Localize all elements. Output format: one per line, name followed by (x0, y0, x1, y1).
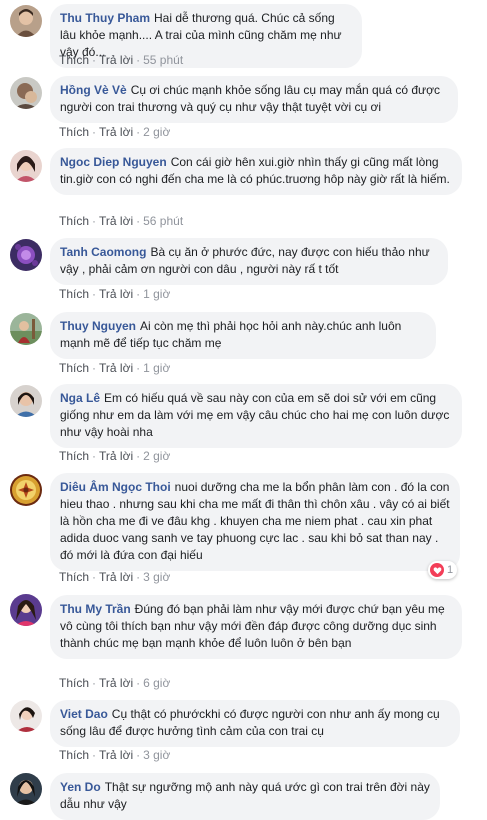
comment-bubble: Thuy Nguyen Ai còn mẹ thì phải học hỏi an… (50, 312, 436, 359)
separator: · (136, 570, 141, 584)
separator: · (92, 570, 97, 584)
comment-time[interactable]: 56 phút (143, 214, 183, 228)
like-link[interactable]: Thích (59, 53, 89, 67)
comment-actions: Thích · Trả lời · 55 phút (59, 52, 183, 68)
reaction-count: 1 (447, 564, 454, 576)
comment-time[interactable]: 2 giờ (143, 125, 170, 139)
comment-text: Em có hiếu quá về sau này con của em sẽ … (60, 391, 450, 439)
like-link[interactable]: Thích (59, 214, 89, 228)
separator: · (136, 287, 141, 301)
avatar[interactable] (10, 239, 42, 271)
reply-link[interactable]: Trả lời (99, 287, 133, 301)
comment-bubble: Nga Lê Em có hiếu quá về sau này con của … (50, 384, 462, 448)
separator: · (136, 125, 141, 139)
avatar[interactable] (10, 474, 42, 506)
comment-author[interactable]: Tanh Caomong (60, 245, 146, 259)
like-link[interactable]: Thích (59, 287, 89, 301)
separator: · (136, 53, 141, 67)
avatar[interactable] (10, 385, 42, 417)
reaction-badge[interactable]: 1 (428, 561, 458, 579)
separator: · (92, 449, 97, 463)
comment-bubble: Tanh Caomong Bà cụ ăn ở phước đức, nay đư… (50, 238, 448, 285)
reply-link[interactable]: Trả lời (99, 125, 133, 139)
comment-text: Cụ thật có phướckhi có được người con nh… (60, 707, 440, 738)
comment-actions: Thích · Trả lời · 56 phút (59, 213, 183, 229)
comment-time[interactable]: 3 giờ (143, 748, 170, 762)
like-link[interactable]: Thích (59, 676, 89, 690)
reply-link[interactable]: Trả lời (99, 53, 133, 67)
avatar[interactable] (10, 5, 42, 37)
separator: · (92, 125, 97, 139)
comment-author[interactable]: Yen Do (60, 780, 101, 794)
separator: · (92, 361, 97, 375)
separator: · (92, 676, 97, 690)
like-link[interactable]: Thích (59, 125, 89, 139)
comment-actions: Thích · Trả lời · 1 giờ (59, 286, 170, 302)
reply-link[interactable]: Trả lời (99, 361, 133, 375)
comment-time[interactable]: 1 giờ (143, 361, 170, 375)
comment-author[interactable]: Diêu Âm Ngọc Thoi (60, 480, 171, 494)
separator: · (136, 676, 141, 690)
like-link[interactable]: Thích (59, 570, 89, 584)
separator: · (92, 748, 97, 762)
comment-time[interactable]: 6 giờ (143, 676, 170, 690)
avatar[interactable] (10, 594, 42, 626)
comment-time[interactable]: 3 giờ (143, 570, 170, 584)
like-link[interactable]: Thích (59, 748, 89, 762)
comment-time[interactable]: 2 giờ (143, 449, 170, 463)
separator: · (92, 287, 97, 301)
comment-bubble: Thu My Trần Đúng đó bạn phải làm như vậy … (50, 595, 462, 659)
reply-link[interactable]: Trả lời (99, 570, 133, 584)
comment-actions: Thích · Trả lời · 3 giờ (59, 747, 170, 763)
separator: · (136, 361, 141, 375)
separator: · (136, 748, 141, 762)
reply-link[interactable]: Trả lời (99, 449, 133, 463)
avatar[interactable] (10, 150, 42, 182)
comment-actions: Thích · Trả lời · 2 giờ (59, 124, 170, 140)
comment-bubble: Yen Do Thật sự ngưỡng mộ anh này quá ước … (50, 773, 440, 820)
reply-link[interactable]: Trả lời (99, 748, 133, 762)
comment-author[interactable]: Hồng Vè Vè (60, 83, 127, 97)
comment-bubble: Diêu Âm Ngọc Thoi nuoi dưỡng cha me la bổ… (50, 473, 460, 571)
comment-author[interactable]: Nga Lê (60, 391, 100, 405)
separator: · (92, 214, 97, 228)
separator: · (136, 449, 141, 463)
comment-bubble: Viet Dao Cụ thật có phướckhi có được ngườ… (50, 700, 460, 747)
avatar[interactable] (10, 773, 42, 805)
reply-link[interactable]: Trả lời (99, 214, 133, 228)
heart-icon (430, 563, 444, 577)
comment-time[interactable]: 1 giờ (143, 287, 170, 301)
comment-time[interactable]: 55 phút (143, 53, 183, 67)
comment-author[interactable]: Thu Thuy Pham (60, 11, 150, 25)
like-link[interactable]: Thích (59, 361, 89, 375)
comment-bubble: Hồng Vè Vè Cụ ơi chúc mạnh khỏe sống lâu … (50, 76, 458, 123)
comment-author[interactable]: Thuy Nguyen (60, 319, 136, 333)
avatar[interactable] (10, 313, 42, 345)
avatar[interactable] (10, 77, 42, 109)
comment-text: Thật sự ngưỡng mộ anh này quá ước gì con… (60, 780, 430, 811)
comment-actions: Thích · Trả lời · 6 giờ (59, 675, 170, 691)
avatar[interactable] (10, 700, 42, 732)
comment-author[interactable]: Thu My Trần (60, 602, 131, 616)
comment-author[interactable]: Ngoc Diep Nguyen (60, 155, 167, 169)
like-link[interactable]: Thích (59, 449, 89, 463)
separator: · (136, 214, 141, 228)
comment-bubble: Ngoc Diep Nguyen Con cái giờ hên xui.giờ … (50, 148, 462, 195)
comment-actions: Thích · Trả lời · 2 giờ (59, 448, 170, 464)
separator: · (92, 53, 97, 67)
comment-author[interactable]: Viet Dao (60, 707, 108, 721)
comment-actions: Thích · Trả lời · 1 giờ (59, 360, 170, 376)
reply-link[interactable]: Trả lời (99, 676, 133, 690)
comment-actions: Thích · Trả lời · 3 giờ (59, 569, 170, 585)
